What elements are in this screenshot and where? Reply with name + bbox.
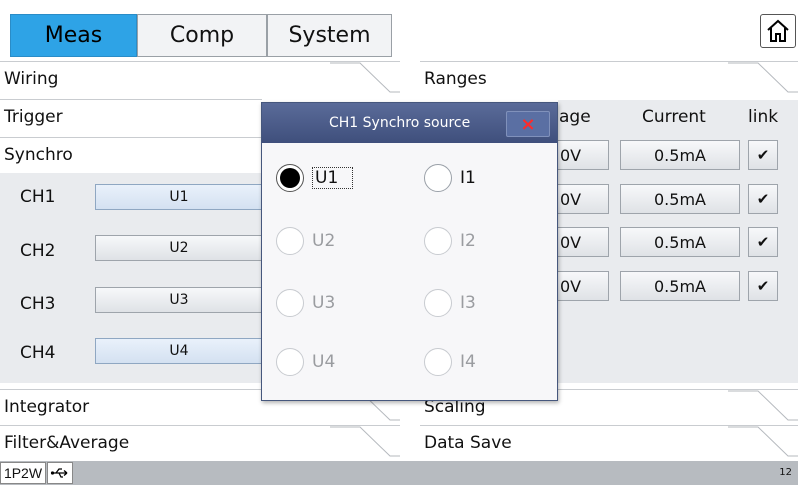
radio-i1-circle <box>424 164 452 192</box>
ch2-current-range-button[interactable]: 0.5mA <box>620 184 740 214</box>
synchro-source-dialog: CH1 Synchro source × U1 I1 U2 I2 U3 I3 U… <box>261 102 558 401</box>
radio-i3: I3 <box>424 289 476 317</box>
radio-i3-circle <box>424 289 452 317</box>
ch3-link-check: ✔ <box>756 233 770 251</box>
radio-i1[interactable]: I1 <box>424 164 476 192</box>
section-data-save-label: Data Save <box>424 432 512 453</box>
ch2-link-checkbox[interactable]: ✔ <box>748 184 778 214</box>
radio-u4-label: U4 <box>312 352 336 372</box>
tab-system[interactable]: System <box>267 14 392 57</box>
radio-u3-circle <box>276 289 304 317</box>
ch3-source-button[interactable]: U3 <box>95 287 262 313</box>
radio-selected-dot <box>280 168 300 188</box>
section-data-save[interactable]: Data Save <box>420 425 798 459</box>
ch3-voltage-range-button[interactable]: 0V <box>558 227 609 257</box>
voltage-column-header: age <box>559 107 591 127</box>
ch1-source-value: U1 <box>169 189 189 205</box>
section-wiring-label: Wiring <box>4 68 59 89</box>
section-filter-average[interactable]: Filter&Average <box>0 425 400 459</box>
section-integrator-label: Integrator <box>4 396 90 417</box>
radio-u4: U4 <box>276 348 335 376</box>
ch4-voltage-range-value: 0V <box>560 276 582 296</box>
page-number: 12 <box>779 467 792 478</box>
ch1-source-button[interactable]: U1 <box>95 184 262 210</box>
ch4-link-checkbox[interactable]: ✔ <box>748 271 778 301</box>
section-trigger[interactable]: Trigger <box>0 99 262 133</box>
section-divider-icon <box>728 426 798 457</box>
radio-i2: I2 <box>424 227 476 255</box>
radio-i2-circle <box>424 227 452 255</box>
ch2-label: CH2 <box>20 241 56 261</box>
home-button[interactable] <box>760 14 796 48</box>
radio-i4: I4 <box>424 348 476 376</box>
home-icon <box>767 19 789 42</box>
section-synchro-label: Synchro <box>4 144 73 165</box>
link-column-header: link <box>748 107 779 127</box>
radio-u1[interactable]: U1 <box>276 164 354 192</box>
radio-u2-label: U2 <box>312 231 336 251</box>
radio-u2-circle <box>276 227 304 255</box>
status-bar <box>0 461 798 485</box>
ch3-voltage-range-value: 0V <box>560 232 582 252</box>
ch3-current-range-value: 0.5mA <box>654 232 706 252</box>
radio-i1-label: I1 <box>460 168 476 188</box>
ch1-link-checkbox[interactable]: ✔ <box>748 140 778 170</box>
close-icon: × <box>520 113 536 135</box>
radio-u4-circle <box>276 348 304 376</box>
ch1-label: CH1 <box>20 187 56 207</box>
ch2-voltage-range-button[interactable]: 0V <box>558 184 609 214</box>
section-synchro[interactable]: Synchro <box>0 137 262 171</box>
ch2-source-value: U2 <box>169 240 189 256</box>
usb-status <box>47 462 73 484</box>
section-divider-icon <box>728 62 798 93</box>
ch1-current-range-button[interactable]: 0.5mA <box>620 140 740 170</box>
radio-u3: U3 <box>276 289 335 317</box>
ch2-voltage-range-value: 0V <box>560 189 582 209</box>
dialog-title: CH1 Synchro source <box>329 115 471 131</box>
radio-i3-label: I3 <box>460 293 476 313</box>
dialog-close-button[interactable]: × <box>506 111 550 137</box>
section-trigger-label: Trigger <box>4 106 63 127</box>
ch2-source-button[interactable]: U2 <box>95 235 262 261</box>
section-divider-icon <box>330 62 400 93</box>
section-wiring[interactable]: Wiring <box>0 61 400 95</box>
section-ranges[interactable]: Ranges <box>420 61 798 95</box>
ch1-current-range-value: 0.5mA <box>654 145 706 165</box>
ch4-current-range-value: 0.5mA <box>654 276 706 296</box>
tab-meas[interactable]: Meas <box>10 14 137 57</box>
ch4-current-range-button[interactable]: 0.5mA <box>620 271 740 301</box>
tab-comp[interactable]: Comp <box>137 14 267 57</box>
ch3-label: CH3 <box>20 294 56 314</box>
radio-u1-circle <box>276 164 304 192</box>
radio-i4-circle <box>424 348 452 376</box>
radio-u2: U2 <box>276 227 335 255</box>
ch4-link-check: ✔ <box>756 277 770 295</box>
ch1-link-check: ✔ <box>756 146 770 164</box>
radio-u3-label: U3 <box>312 293 336 313</box>
section-ranges-label: Ranges <box>424 68 487 89</box>
current-column-header: Current <box>642 107 706 127</box>
ch3-current-range-button[interactable]: 0.5mA <box>620 227 740 257</box>
section-divider-icon <box>330 426 400 457</box>
ch1-voltage-range-button[interactable]: 0V <box>558 140 609 170</box>
ch4-label: CH4 <box>20 343 56 363</box>
radio-u1-label: U1 <box>312 167 354 189</box>
section-divider-icon <box>728 390 798 421</box>
ch3-source-value: U3 <box>169 292 189 308</box>
section-filter-average-label: Filter&Average <box>4 432 130 453</box>
ch2-current-range-value: 0.5mA <box>654 189 706 209</box>
usb-icon <box>50 468 68 478</box>
ch3-link-checkbox[interactable]: ✔ <box>748 227 778 257</box>
ch4-voltage-range-button[interactable]: 0V <box>558 271 609 301</box>
radio-i2-label: I2 <box>460 231 476 251</box>
ch4-source-value: U4 <box>169 343 189 359</box>
ch1-voltage-range-value: 0V <box>560 145 582 165</box>
radio-i4-label: I4 <box>460 352 476 372</box>
ch4-source-button[interactable]: U4 <box>95 338 262 364</box>
wiring-mode-badge: 1P2W <box>0 462 46 484</box>
ch2-link-check: ✔ <box>756 190 770 208</box>
